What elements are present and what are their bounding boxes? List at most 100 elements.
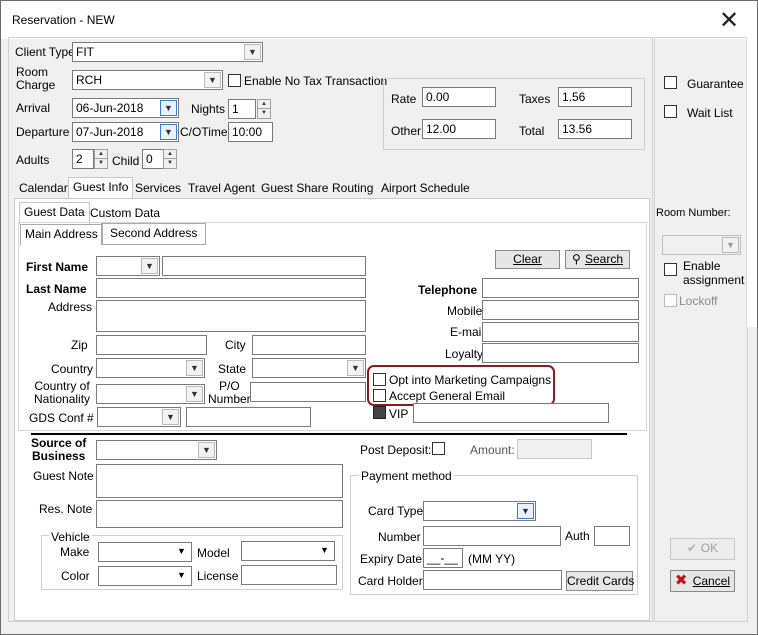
addrtab-second[interactable]: Second Address — [101, 223, 207, 245]
total-field[interactable]: 13.56 — [558, 119, 632, 139]
card-number-field[interactable] — [423, 526, 561, 546]
source-business-select[interactable]: ▼ — [96, 440, 217, 460]
post-deposit-checkbox[interactable] — [432, 442, 445, 455]
loyalty-field[interactable] — [482, 343, 639, 363]
gds-conf-field[interactable] — [186, 407, 311, 427]
departure-value: 07-Jun-2018 — [76, 125, 144, 139]
search-button[interactable]: ⚲ Search — [565, 250, 630, 269]
total-value: 13.56 — [562, 122, 593, 136]
adults-spinner[interactable]: ▲ ▼ — [94, 149, 108, 169]
state-label: State — [218, 362, 247, 376]
auth-label: Auth — [565, 529, 590, 543]
nights-label: Nights — [191, 102, 226, 116]
first-name-field[interactable] — [162, 256, 366, 276]
addrtab-main[interactable]: Main Address — [20, 224, 103, 245]
res-note-field[interactable] — [96, 500, 343, 528]
spin-up-icon: ▲ — [164, 150, 176, 159]
vip-field[interactable] — [413, 403, 609, 423]
tab-travel-agent[interactable]: Travel Agent — [184, 179, 259, 199]
waitlist-checkbox[interactable] — [664, 105, 677, 118]
tab-routing[interactable]: Routing — [328, 179, 377, 199]
card-type-label: Card Type — [368, 504, 424, 518]
email-field[interactable] — [482, 322, 639, 342]
room-charge-select[interactable]: RCH ▼ — [72, 70, 223, 90]
child-spinner[interactable]: ▲ ▼ — [163, 149, 177, 169]
amount-field[interactable] — [517, 439, 592, 459]
no-tax-checkbox[interactable] — [228, 74, 241, 87]
license-field[interactable] — [241, 565, 337, 585]
search-label: Search — [584, 252, 623, 266]
zip-field[interactable] — [96, 335, 207, 355]
tab-calendar[interactable]: Calendar — [15, 179, 72, 199]
client-type-label: Client Type — [15, 45, 75, 59]
address-field[interactable] — [96, 300, 366, 332]
make-label: Make — [60, 545, 90, 559]
guarantee-checkbox[interactable] — [664, 76, 677, 89]
child-field[interactable]: 0 — [142, 149, 164, 169]
taxes-field[interactable]: 1.56 — [558, 87, 632, 107]
rate-field[interactable]: 0.00 — [422, 87, 496, 107]
nights-spinner[interactable]: ▲ ▼ — [257, 99, 271, 119]
side-panel — [654, 37, 748, 622]
gds-conf-label: GDS Conf # — [29, 411, 94, 425]
salutation-select[interactable]: ▼ — [96, 256, 160, 276]
expiry-hint: (MM YY) — [468, 552, 516, 566]
city-field[interactable] — [252, 335, 366, 355]
telephone-field[interactable] — [482, 278, 639, 298]
calendar-dropdown-icon: ▼ — [160, 100, 177, 116]
po-number-field[interactable] — [250, 382, 366, 402]
departure-date-field[interactable]: 07-Jun-2018 ▼ — [72, 122, 179, 142]
adults-field[interactable]: 2 — [72, 149, 94, 169]
cancel-label: Cancel — [692, 574, 731, 588]
ok-button[interactable]: ✔ OK — [670, 538, 735, 560]
room-number-select[interactable]: ▼ — [662, 235, 741, 255]
tab-services[interactable]: Services — [131, 179, 185, 199]
guest-note-field[interactable] — [96, 464, 343, 498]
arrival-date-field[interactable]: 06-Jun-2018 ▼ — [72, 98, 179, 118]
client-type-select[interactable]: FIT ▼ — [72, 42, 263, 62]
card-holder-field[interactable] — [423, 570, 562, 590]
total-label: Total — [519, 124, 545, 138]
client-type-value: FIT — [76, 45, 94, 59]
make-select[interactable]: ▼ — [98, 542, 192, 562]
chevron-down-icon: ▼ — [162, 409, 179, 425]
chevron-down-icon: ▼ — [244, 44, 261, 60]
lockoff-checkbox[interactable] — [664, 294, 677, 307]
subtab-guest-data[interactable]: Guest Data — [19, 202, 90, 224]
tab-guest-info[interactable]: Guest Info — [68, 177, 134, 199]
expiry-date-field[interactable]: __-__ — [423, 548, 463, 568]
color-select[interactable]: ▼ — [98, 566, 192, 586]
tab-guest-share[interactable]: Guest Share — [257, 179, 332, 199]
state-select[interactable]: ▼ — [252, 358, 366, 378]
co-time-field[interactable]: 10:00 — [228, 122, 273, 142]
chevron-down-icon: ▼ — [177, 570, 186, 580]
vip-checkbox[interactable] — [373, 406, 386, 419]
country-select[interactable]: ▼ — [96, 358, 205, 378]
clear-button[interactable]: Clear — [495, 250, 560, 269]
model-select[interactable]: ▼ — [241, 541, 335, 561]
lockoff-label: Lockoff — [679, 294, 718, 308]
close-button[interactable]: ✕ — [710, 7, 748, 35]
cancel-button[interactable]: ✖ Cancel — [670, 570, 735, 592]
nationality-select[interactable]: ▼ — [96, 384, 205, 404]
card-type-select[interactable]: ▼ — [423, 501, 536, 521]
last-name-field[interactable] — [96, 278, 366, 298]
nights-field[interactable]: 1 — [228, 99, 256, 119]
other-label: Other — [391, 124, 422, 138]
chevron-down-icon: ▼ — [186, 360, 203, 376]
tab-airport-schedule[interactable]: Airport Schedule — [377, 179, 474, 199]
model-label: Model — [197, 546, 230, 560]
credit-cards-button[interactable]: Credit Cards — [566, 571, 634, 591]
subtab-custom-data[interactable]: Custom Data — [86, 204, 164, 224]
taxes-label: Taxes — [519, 92, 551, 106]
child-label: Child — [112, 154, 140, 168]
city-label: City — [225, 338, 246, 352]
mobile-field[interactable] — [482, 300, 639, 320]
expiry-value: __-__ — [427, 551, 458, 565]
gds-select[interactable]: ▼ — [97, 407, 181, 427]
enable-assignment-checkbox[interactable] — [664, 263, 677, 276]
other-field[interactable]: 12.00 — [422, 119, 496, 139]
chevron-down-icon: ▼ — [347, 360, 364, 376]
loyalty-label: Loyalty — [445, 347, 484, 361]
auth-field[interactable] — [594, 526, 630, 546]
